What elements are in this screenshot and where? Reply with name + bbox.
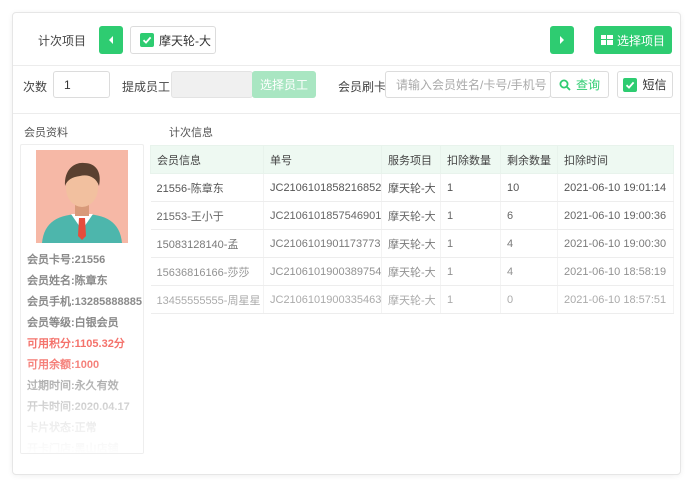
select-staff-button[interactable]: 选择员工 <box>252 71 316 98</box>
search-placeholder: 请输入会员姓名/卡号/手机号 <box>396 78 547 92</box>
column-header: 扣除数量 <box>440 145 501 174</box>
member-info-line: 开卡门店:黑山店铺 <box>27 443 119 454</box>
member-info-line: 会员等级:白银会员 <box>27 317 119 329</box>
table-cell: 摩天轮-大 <box>381 285 441 314</box>
table-cell: 13455555555-周星星 <box>150 285 264 314</box>
table-row[interactable]: 21553-王小于 JC2106101857546901 摩天轮-大 1 6 2021-0… <box>150 201 674 230</box>
table-cell: 2021-06-10 18:58:19 <box>557 257 674 286</box>
staff-field[interactable] <box>171 71 253 98</box>
table-cell: 21553-王小于 <box>150 201 264 230</box>
query-label: 查询 <box>575 78 600 92</box>
table-cell: 1 <box>440 201 501 230</box>
column-header: 会员信息 <box>150 145 264 174</box>
check-icon <box>140 33 154 47</box>
table-cell: JC2106101857546901 <box>263 201 382 230</box>
prev-item-button[interactable] <box>99 26 123 54</box>
table-header: 会员信息 单号 服务项目 扣除数量 剩余数量 扣除时间 <box>150 145 674 174</box>
times-input[interactable]: 1 <box>53 71 110 98</box>
table-cell: 1 <box>440 285 501 314</box>
table-cell: JC2106101901173773 <box>263 229 382 258</box>
member-info-line: 可用余额:1000 <box>27 359 100 371</box>
table-cell: 0 <box>500 285 558 314</box>
card-swipe-label: 会员刷卡 <box>338 80 387 94</box>
member-info-line: 过期时间:永久有效 <box>27 380 119 392</box>
member-info-line: 可用积分:1105.32分 <box>27 338 125 350</box>
table-cell: 摩天轮-大 <box>381 201 441 230</box>
table-cell: 21556-陈章东 <box>150 173 264 202</box>
next-item-button[interactable] <box>550 26 574 54</box>
divider <box>13 113 680 114</box>
sms-checkbox[interactable]: 短信 <box>617 71 673 98</box>
select-item-label: 选择项目 <box>616 33 665 48</box>
column-header: 服务项目 <box>381 145 441 174</box>
member-info-line: 会员手机:13285888885 <box>27 296 142 308</box>
records-section-title: 计次信息 <box>169 127 213 139</box>
consume-form: 次数 1 提成员工 选择员工 会员刷卡 请输入会员姓名/卡号/手机号 查询 短信 <box>13 65 680 113</box>
selected-item-label: 摩天轮-大 <box>159 33 211 48</box>
chevron-left-icon <box>109 36 113 44</box>
select-staff-label: 选择员工 <box>259 78 308 92</box>
query-button[interactable]: 查询 <box>550 71 609 98</box>
selected-item-chip[interactable]: 摩天轮-大 <box>130 26 216 54</box>
column-header: 剩余数量 <box>500 145 558 174</box>
table-cell: JC2106101900335463 <box>263 285 382 314</box>
table-cell: JC2106101900389754 <box>263 257 382 286</box>
commission-staff-label: 提成员工 <box>122 80 171 94</box>
check-icon <box>623 77 638 92</box>
table-cell: 15083128140-孟 <box>150 229 264 258</box>
table-cell: 1 <box>440 257 501 286</box>
member-info-line: 会员卡号:21556 <box>27 254 106 266</box>
member-info-line: 卡片状态:正常 <box>27 422 97 434</box>
table-row[interactable]: 15636816166-莎莎 JC2106101900389754 摩天轮-大 1 4 2… <box>150 257 674 286</box>
table-cell: 2021-06-10 19:00:36 <box>557 201 674 230</box>
table-cell: 2021-06-10 18:57:51 <box>557 285 674 314</box>
table-row[interactable]: 13455555555-周星星 JC2106101900335463 摩天轮-大 1 0… <box>150 285 674 314</box>
table-row[interactable]: 15083128140-孟 JC2106101901173773 摩天轮-大 1 4 20… <box>150 229 674 258</box>
table-cell: 摩天轮-大 <box>381 229 441 258</box>
column-header: 单号 <box>263 145 382 174</box>
count-consumption-panel: 计次项目 摩天轮-大 选择项目 次数 1 提成员工 选择员工 会员刷卡 请输入会… <box>12 12 681 475</box>
member-search-input[interactable]: 请输入会员姓名/卡号/手机号 <box>385 71 551 98</box>
search-icon <box>559 79 571 91</box>
table-cell: 4 <box>500 257 558 286</box>
member-section-title: 会员资料 <box>24 127 68 139</box>
table-cell: 4 <box>500 229 558 258</box>
table-cell: 15636816166-莎莎 <box>150 257 264 286</box>
grid-icon <box>600 35 613 45</box>
person-avatar-icon <box>36 150 128 243</box>
count-item-label: 计次项目 <box>38 34 87 48</box>
table-cell: 2021-06-10 19:00:30 <box>557 229 674 258</box>
table-cell: 摩天轮-大 <box>381 257 441 286</box>
member-info-line: 会员姓名:陈章东 <box>27 275 108 287</box>
table-cell: 6 <box>500 201 558 230</box>
avatar <box>36 150 128 243</box>
count-records-table: 会员信息 单号 服务项目 扣除数量 剩余数量 扣除时间 21556-陈章东 JC210610… <box>150 145 674 314</box>
column-header: 扣除时间 <box>557 145 674 174</box>
member-info-line: 开卡时间:2020.04.17 <box>27 401 130 413</box>
sms-label: 短信 <box>642 78 667 92</box>
table-cell: 1 <box>440 229 501 258</box>
table-cell: 1 <box>440 173 501 202</box>
select-item-button[interactable]: 选择项目 <box>594 26 672 54</box>
times-label: 次数 <box>23 80 48 94</box>
chevron-right-icon <box>560 36 564 44</box>
table-cell: 10 <box>500 173 558 202</box>
table-cell: 2021-06-10 19:01:14 <box>557 173 674 202</box>
table-cell: 摩天轮-大 <box>381 173 441 202</box>
table-row[interactable]: 21556-陈章东 JC2106101858216852 摩天轮-大 1 10 2021-… <box>150 173 674 202</box>
table-cell: JC2106101858216852 <box>263 173 382 202</box>
member-profile-card: 会员卡号:21556 会员姓名:陈章东会员手机:13285888885 会员等级:白… <box>20 144 144 454</box>
item-toolbar: 计次项目 摩天轮-大 选择项目 <box>13 13 680 65</box>
times-value: 1 <box>64 77 71 92</box>
